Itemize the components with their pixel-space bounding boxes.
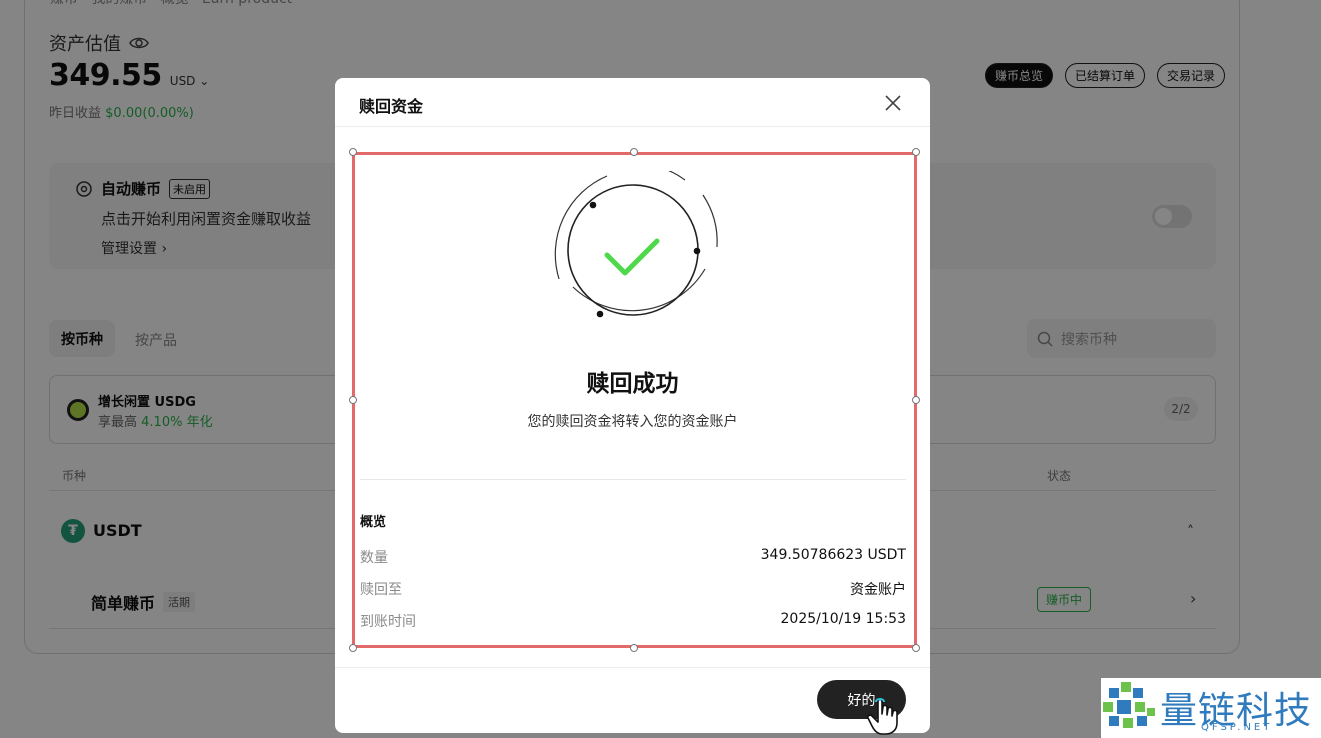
resize-handle[interactable] [630,148,638,156]
resize-handle[interactable] [912,396,920,404]
resize-handle[interactable] [349,396,357,404]
divider [335,667,930,668]
watermark-logo-icon [1103,682,1155,728]
hand-cursor-icon [867,698,898,735]
resize-handle[interactable] [349,644,357,652]
resize-handle[interactable] [630,644,638,652]
redeem-modal: 赎回资金 赎回成功 您的赎回资金将转入您的资金账户 概览 数量 349.5078… [335,78,930,733]
modal-header: 赎回资金 [335,78,930,127]
close-icon[interactable] [884,94,902,112]
watermark: 量链科技 QFSP.NET [1101,678,1321,738]
resize-handle[interactable] [912,148,920,156]
modal-title: 赎回资金 [359,97,424,116]
resize-handle[interactable] [349,148,357,156]
resize-handle[interactable] [912,644,920,652]
selection-frame [352,152,917,648]
watermark-subtext: QFSP.NET [1201,722,1273,733]
